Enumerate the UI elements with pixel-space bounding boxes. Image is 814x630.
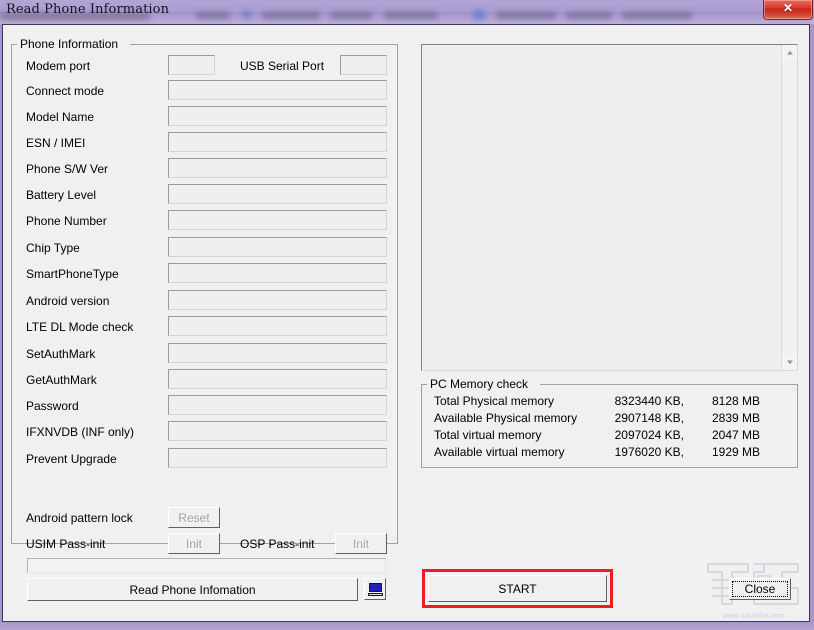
value-total-virtual-memory-kb: 2097024 KB, xyxy=(614,428,684,442)
label-osp-pass-init: OSP Pass-init xyxy=(240,537,315,551)
label-ifxnvdb: IFXNVDB (INF only) xyxy=(26,425,135,439)
field-model-name[interactable] xyxy=(168,106,387,126)
label-getauthmark: GetAuthMark xyxy=(26,373,97,387)
label-available-virtual-memory: Available virtual memory xyxy=(434,445,565,459)
label-usim-pass-init: USIM Pass-init xyxy=(26,537,106,551)
window-frame-bottom xyxy=(0,622,814,630)
scroll-down-icon[interactable] xyxy=(782,354,797,370)
field-setauthmark[interactable] xyxy=(168,343,387,363)
window-frame-right xyxy=(810,24,814,622)
computer-icon xyxy=(367,582,383,596)
field-connect-mode[interactable] xyxy=(168,80,387,100)
label-android-version: Android version xyxy=(26,294,110,308)
field-battery-level[interactable] xyxy=(168,184,387,204)
field-lte-dl-mode-check[interactable] xyxy=(168,316,387,336)
window-close-icon[interactable]: ✕ xyxy=(763,0,813,20)
usim-pass-init-button[interactable]: Init xyxy=(168,533,220,554)
close-button[interactable]: Close xyxy=(729,578,791,600)
value-total-physical-memory-kb: 8323440 KB, xyxy=(614,394,684,408)
label-android-pattern-lock: Android pattern lock xyxy=(26,511,133,525)
label-setauthmark: SetAuthMark xyxy=(26,347,96,361)
window-title: Read Phone Information xyxy=(6,2,170,17)
value-available-virtual-memory-kb: 1976020 KB, xyxy=(614,445,684,459)
field-modem-port[interactable] xyxy=(168,55,215,75)
scroll-up-icon[interactable] xyxy=(782,45,797,61)
start-button[interactable]: START xyxy=(428,575,607,602)
computer-icon-button[interactable] xyxy=(364,578,386,600)
reset-pattern-lock-button[interactable]: Reset xyxy=(168,507,220,528)
label-password: Password xyxy=(26,399,79,413)
value-available-physical-memory-mb: 2839 MB xyxy=(711,411,760,425)
field-usb-serial-port[interactable] xyxy=(340,55,387,75)
label-available-physical-memory: Available Physical memory xyxy=(434,411,578,425)
title-bar[interactable]: Read Phone Information ✕ xyxy=(0,0,814,24)
label-total-physical-memory: Total Physical memory xyxy=(434,394,555,408)
field-chip-type[interactable] xyxy=(168,237,387,257)
field-android-version[interactable] xyxy=(168,290,387,310)
label-usb-serial-port: USB Serial Port xyxy=(240,59,325,73)
label-total-virtual-memory: Total virtual memory xyxy=(434,428,542,442)
label-phone-sw-ver: Phone S/W Ver xyxy=(26,162,109,176)
value-total-virtual-memory-mb: 2047 MB xyxy=(711,428,760,442)
log-output-panel[interactable] xyxy=(421,44,798,371)
value-total-physical-memory-mb: 8128 MB xyxy=(711,394,760,408)
label-prevent-upgrade: Prevent Upgrade xyxy=(26,452,117,466)
field-phone-number[interactable] xyxy=(168,210,387,230)
focus-ring xyxy=(732,581,788,597)
read-progress-bar xyxy=(27,558,386,573)
field-password[interactable] xyxy=(168,395,387,415)
label-smartphonetype: SmartPhoneType xyxy=(26,267,119,281)
field-prevent-upgrade[interactable] xyxy=(168,448,387,468)
field-getauthmark[interactable] xyxy=(168,369,387,389)
phone-information-group-title: Phone Information xyxy=(17,37,122,51)
osp-pass-init-button[interactable]: Init xyxy=(335,533,387,554)
label-lte-dl-mode-check: LTE DL Mode check xyxy=(26,320,134,334)
label-connect-mode: Connect mode xyxy=(26,84,105,98)
value-available-physical-memory-kb: 2907148 KB, xyxy=(614,411,684,425)
field-ifxnvdb[interactable] xyxy=(168,421,387,441)
value-available-virtual-memory-mb: 1929 MB xyxy=(711,445,760,459)
field-esn-imei[interactable] xyxy=(168,132,387,152)
label-chip-type: Chip Type xyxy=(26,241,80,255)
log-scrollbar[interactable] xyxy=(781,45,797,370)
pc-memory-check-group: PC Memory check Total Physical memory 83… xyxy=(421,377,798,468)
field-phone-sw-ver[interactable] xyxy=(168,158,387,178)
label-phone-number: Phone Number xyxy=(26,214,107,228)
read-phone-information-button[interactable]: Read Phone Infomation xyxy=(27,578,358,601)
field-smartphonetype[interactable] xyxy=(168,263,387,283)
label-model-name: Model Name xyxy=(26,110,95,124)
application-window: Read Phone Information ✕ Phone Informati… xyxy=(0,0,814,630)
label-esn-imei: ESN / IMEI xyxy=(26,136,86,150)
pc-memory-check-group-title: PC Memory check xyxy=(427,377,532,391)
label-modem-port: Modem port xyxy=(26,59,91,73)
label-battery-level: Battery Level xyxy=(26,188,97,202)
